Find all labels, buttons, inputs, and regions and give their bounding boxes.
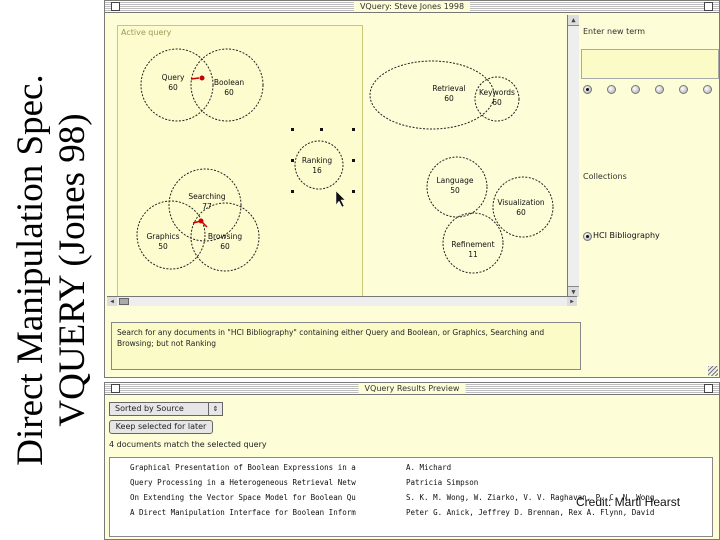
collections-label: Collections [583, 172, 627, 181]
slide-title-line1: Direct Manipulation Spec. [10, 74, 51, 466]
keep-selected-button[interactable]: Keep selected for later [109, 420, 213, 434]
query-diagram: Query 60 Boolean 60 Retrieval 60 Keyword… [136, 48, 554, 274]
node-retrieval-count: 60 [444, 94, 454, 103]
collection-radio[interactable] [583, 232, 592, 241]
close-box-icon[interactable] [111, 2, 120, 11]
node-graphics[interactable]: Graphics 50 [136, 200, 206, 270]
result-row[interactable]: Query Processing in a Heterogeneous Retr… [110, 478, 714, 490]
canvas-horizontal-scrollbar[interactable]: ◀ ▶ [107, 296, 577, 306]
and-connector-icon-2[interactable] [192, 218, 208, 228]
radio-option-6[interactable] [703, 85, 712, 94]
zoom-box-icon[interactable] [704, 2, 713, 11]
scroll-left-icon[interactable]: ◀ [107, 297, 117, 306]
node-ranking[interactable]: Ranking 16 [294, 140, 344, 190]
scroll-up-icon[interactable]: ▲ [568, 15, 579, 26]
result-author: A. Michard [406, 463, 452, 472]
node-browsing-label: Browsing [208, 232, 243, 241]
collection-name: HCI Bibliography [593, 231, 660, 240]
node-browsing-count: 60 [220, 242, 230, 251]
node-language-label: Language [436, 176, 473, 185]
result-title: A Direct Manipulation Interface for Bool… [130, 508, 356, 517]
vquery-main-window: VQuery: Steve Jones 1998 Active query Qu… [104, 0, 720, 378]
node-boolean-count: 60 [224, 88, 234, 97]
new-term-input[interactable] [581, 49, 719, 79]
node-graphics-count: 50 [158, 242, 168, 251]
credit-text: Credit: Marti Hearst [576, 495, 681, 509]
results-titlebar[interactable]: VQuery Results Preview [105, 383, 719, 395]
and-connector-icon[interactable] [190, 75, 205, 81]
result-title: Query Processing in a Heterogeneous Retr… [130, 478, 356, 487]
node-retrieval[interactable]: Retrieval 60 [369, 60, 495, 130]
sort-select-value: Sorted by Source [115, 404, 184, 413]
radio-option-4[interactable] [655, 85, 664, 94]
main-titlebar[interactable]: VQuery: Steve Jones 1998 [105, 1, 719, 13]
node-browsing[interactable]: Browsing 60 [190, 202, 260, 272]
node-graphics-label: Graphics [146, 232, 179, 241]
scroll-right-icon[interactable]: ▶ [567, 297, 577, 306]
node-boolean[interactable]: Boolean 60 [190, 48, 264, 122]
node-visualization-count: 60 [516, 208, 526, 217]
main-window-title: VQuery: Steve Jones 1998 [353, 1, 471, 12]
results-zoom-box-icon[interactable] [704, 384, 713, 393]
slide-title: Direct Manipulation Spec. VQUERY (Jones … [0, 0, 104, 540]
enter-term-label: Enter new term [583, 27, 646, 36]
node-visualization[interactable]: Visualization 60 [492, 176, 554, 238]
radio-option-5[interactable] [679, 85, 688, 94]
match-count: 4 documents match the selected query [109, 440, 267, 449]
node-retrieval-label: Retrieval [432, 84, 465, 93]
node-keywords-count: 60 [492, 98, 502, 107]
scroll-thumb[interactable] [119, 298, 129, 305]
node-boolean-label: Boolean [214, 78, 245, 87]
slide-title-line2: VQUERY (Jones 98) [52, 113, 93, 427]
result-row[interactable]: Graphical Presentation of Boolean Expres… [110, 463, 714, 475]
result-title: Graphical Presentation of Boolean Expres… [130, 463, 356, 472]
node-query-label: Query [162, 73, 185, 82]
shape-radio-group [583, 85, 715, 97]
canvas-vertical-scrollbar[interactable]: ▲ ▼ [567, 15, 579, 297]
node-ranking-count: 16 [312, 166, 322, 175]
results-preview-window: VQuery Results Preview Sorted by Source … [104, 382, 720, 540]
node-refinement-label: Refinement [451, 240, 494, 249]
radio-option-1[interactable] [583, 85, 592, 94]
result-row[interactable]: A Direct Manipulation Interface for Bool… [110, 508, 714, 520]
node-visualization-label: Visualization [497, 198, 545, 207]
result-author: Patricia Simpson [406, 478, 479, 487]
query-canvas[interactable]: Active query Query 60 Boolean 60 Retriev [107, 15, 567, 301]
node-query-count: 60 [168, 83, 178, 92]
node-refinement[interactable]: Refinement 11 [442, 212, 504, 274]
node-keywords[interactable]: Keywords 60 [474, 76, 520, 122]
node-language-count: 50 [450, 186, 460, 195]
radio-option-2[interactable] [607, 85, 616, 94]
node-refinement-count: 11 [468, 250, 478, 259]
node-query[interactable]: Query 60 [140, 48, 214, 122]
result-title: On Extending the Vector Space Model for … [130, 493, 356, 502]
right-panel: Enter new term Collections HCI Bibliogra… [579, 15, 720, 295]
results-close-box-icon[interactable] [111, 384, 120, 393]
chevron-down-icon: ⇕ [208, 403, 222, 415]
sort-select[interactable]: Sorted by Source ⇕ [109, 402, 223, 416]
resize-grip-icon[interactable] [708, 366, 718, 376]
query-description: Search for any documents in "HCI Bibliog… [111, 322, 581, 370]
node-keywords-label: Keywords [479, 88, 515, 97]
node-searching-label: Searching [188, 192, 226, 201]
radio-option-3[interactable] [631, 85, 640, 94]
result-author: Peter G. Anick, Jeffrey D. Brennan, Rex … [406, 508, 655, 517]
node-language[interactable]: Language 50 [426, 156, 488, 218]
results-window-title: VQuery Results Preview [358, 383, 466, 394]
mouse-pointer-icon [335, 190, 346, 208]
node-ranking-label: Ranking [302, 156, 333, 165]
